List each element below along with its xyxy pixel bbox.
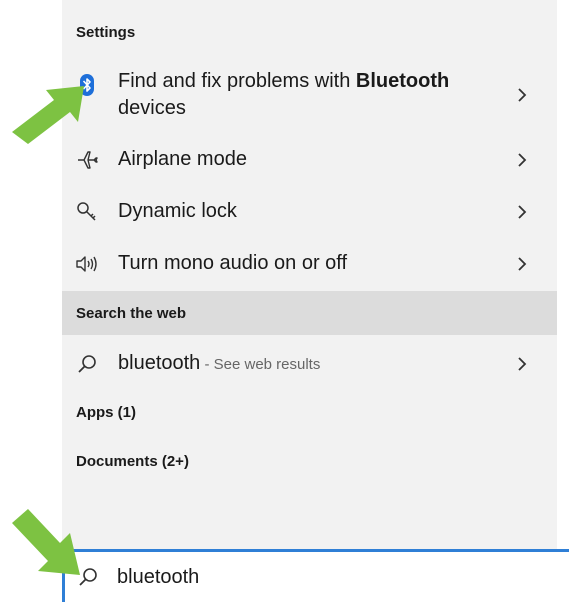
- result-label: Dynamic lock: [118, 200, 237, 222]
- annotation-arrow-icon: [12, 509, 80, 575]
- chevron-right-icon: [515, 202, 529, 222]
- web-query: bluetooth: [118, 352, 201, 374]
- search-results-panel: Settings Find and fix problems with Blue…: [62, 0, 557, 602]
- result-label-suffix: devices: [118, 97, 186, 119]
- section-header-settings: Settings: [62, 10, 557, 54]
- result-label-prefix: Find and fix problems with: [118, 70, 356, 92]
- category-documents[interactable]: Documents (2+): [76, 453, 189, 470]
- search-icon: [74, 351, 100, 377]
- result-label: bluetooth - See web results: [118, 350, 497, 378]
- result-web-search[interactable]: bluetooth - See web results: [62, 338, 557, 390]
- result-bluetooth-troubleshoot[interactable]: Find and fix problems with Bluetooth dev…: [62, 64, 557, 126]
- airplane-icon: [74, 147, 100, 173]
- category-apps[interactable]: Apps (1): [76, 404, 136, 421]
- chevron-right-icon: [515, 150, 529, 170]
- chevron-right-icon: [515, 85, 529, 105]
- annotation-arrow-icon: [12, 86, 84, 144]
- result-label: Find and fix problems with Bluetooth dev…: [118, 68, 497, 122]
- section-header-web: Search the web: [62, 291, 557, 335]
- result-mono-audio[interactable]: Turn mono audio on or off: [62, 238, 557, 290]
- web-hint: - See web results: [200, 356, 321, 373]
- search-input[interactable]: [117, 562, 517, 592]
- result-dynamic-lock[interactable]: Dynamic lock: [62, 186, 557, 238]
- speaker-icon: [74, 251, 100, 277]
- chevron-right-icon: [515, 354, 529, 374]
- result-label-bold: Bluetooth: [355, 70, 450, 92]
- result-label: Airplane mode: [118, 148, 247, 170]
- section-title-settings: Settings: [76, 23, 136, 41]
- chevron-right-icon: [515, 254, 529, 274]
- result-airplane-mode[interactable]: Airplane mode: [62, 134, 557, 186]
- search-box[interactable]: [62, 549, 569, 602]
- search-flyout: Settings Find and fix problems with Blue…: [0, 0, 569, 602]
- section-title-web: Search the web: [76, 304, 187, 322]
- result-label: Turn mono audio on or off: [118, 252, 348, 274]
- key-icon: [74, 199, 100, 225]
